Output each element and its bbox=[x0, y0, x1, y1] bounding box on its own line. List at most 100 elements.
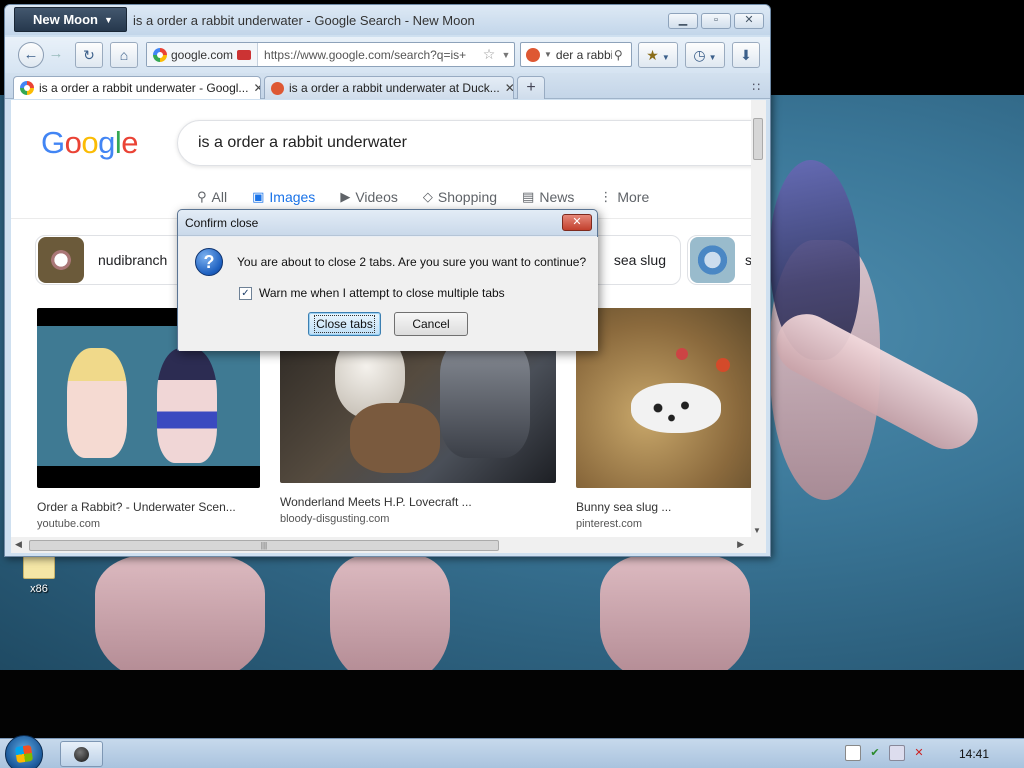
search-query-field[interactable]: is a order a rabbit underwater bbox=[177, 120, 766, 166]
minimize-button[interactable]: ▁ bbox=[668, 13, 698, 29]
tab-news[interactable]: ▤ News bbox=[522, 189, 574, 205]
all-tabs-button[interactable]: ∷ bbox=[752, 80, 760, 94]
tab-all[interactable]: ⚲ All bbox=[197, 189, 227, 205]
logo-letter: e bbox=[121, 125, 139, 160]
warn-multiple-tabs-checkbox[interactable]: ✓ Warn me when I attempt to close multip… bbox=[239, 286, 505, 300]
scroll-left-icon[interactable]: ◀ bbox=[15, 539, 22, 550]
dialog-title-bar[interactable]: Confirm close bbox=[178, 210, 597, 236]
reload-button[interactable]: ↻ bbox=[75, 42, 103, 68]
tab-label: is a order a rabbit underwater - Googl..… bbox=[39, 81, 249, 95]
checkbox-checked-icon[interactable]: ✓ bbox=[239, 286, 252, 300]
scrollbar-thumb[interactable]: ||| bbox=[29, 540, 499, 551]
cancel-button[interactable]: Cancel bbox=[394, 312, 468, 336]
logo-letter: o bbox=[64, 125, 82, 160]
image-icon: ▣ bbox=[252, 189, 265, 204]
vertical-scrollbar[interactable]: ▼ bbox=[751, 100, 766, 537]
result-title[interactable]: Bunny sea slug ... bbox=[576, 500, 752, 514]
result-title[interactable]: Wonderland Meets H.P. Lovecraft ... bbox=[280, 495, 556, 509]
result-source: bloody-disgusting.com bbox=[280, 513, 390, 525]
close-window-button[interactable]: ✕ bbox=[734, 13, 764, 29]
url-bar[interactable]: google.com https://www.google.com/search… bbox=[146, 42, 515, 67]
url-history-dropdown[interactable]: ▼ bbox=[498, 50, 514, 60]
button-label: Close tabs bbox=[314, 315, 375, 333]
taskbar-app-new-moon[interactable] bbox=[60, 741, 103, 767]
close-tab-icon[interactable]: ✕ bbox=[505, 81, 513, 95]
search-input[interactable] bbox=[555, 47, 612, 62]
back-button[interactable]: ← bbox=[18, 42, 44, 68]
security-shield-icon[interactable]: ✔ bbox=[867, 745, 883, 761]
nav-label: News bbox=[539, 189, 575, 205]
search-type-nav: ⚲ All ▣ Images ▶ Videos ◇ Shopping ▤ News ⋮ Mo… bbox=[197, 189, 674, 205]
chevron-down-icon[interactable]: ▼ bbox=[544, 50, 552, 59]
tab-duckduckgo[interactable]: is a order a rabbit underwater at Duck..… bbox=[264, 76, 514, 99]
tab-label: is a order a rabbit underwater at Duck..… bbox=[289, 81, 500, 95]
result-title[interactable]: Order a Rabbit? - Underwater Scen... bbox=[37, 500, 260, 514]
horizontal-scrollbar[interactable]: ◀ ||| ▶ bbox=[11, 537, 766, 553]
google-logo[interactable]: Google bbox=[41, 125, 139, 161]
clock[interactable]: 14:41 bbox=[959, 747, 989, 761]
wallpaper-legs bbox=[95, 555, 265, 685]
search-icon[interactable]: ⚲ bbox=[614, 48, 623, 62]
dialog-title: Confirm close bbox=[185, 216, 259, 230]
tab-bar: is a order a rabbit underwater - Googl..… bbox=[5, 73, 770, 99]
search-bar[interactable]: ▼ ⚲ bbox=[520, 42, 632, 67]
chevron-down-icon: ▼ bbox=[708, 53, 717, 62]
scrollbar-thumb[interactable] bbox=[753, 118, 763, 160]
question-icon: ? bbox=[195, 248, 223, 276]
taskbar: ✔ ✕ 14:41 bbox=[0, 735, 1024, 768]
result-thumbnail bbox=[576, 308, 752, 488]
url-text[interactable]: https://www.google.com/search?q=is+ bbox=[258, 48, 480, 62]
downloads-button[interactable]: ⬇ bbox=[732, 42, 760, 68]
tab-shopping[interactable]: ◇ Shopping bbox=[423, 189, 497, 205]
tab-more[interactable]: ⋮ More bbox=[599, 189, 649, 205]
chip-label: nudibranch bbox=[98, 252, 168, 268]
network-icon[interactable] bbox=[889, 745, 905, 761]
bookmark-star-icon[interactable]: ☆ bbox=[480, 46, 498, 63]
related-search-chip[interactable]: nudibranch bbox=[35, 235, 195, 285]
tab-images[interactable]: ▣ Images bbox=[252, 189, 315, 205]
duckduckgo-icon[interactable] bbox=[526, 47, 540, 62]
scroll-down-icon[interactable]: ▼ bbox=[753, 526, 761, 535]
scroll-right-icon[interactable]: ▶ bbox=[737, 539, 744, 550]
tab-videos[interactable]: ▶ Videos bbox=[340, 189, 398, 205]
forward-button[interactable]: → bbox=[45, 42, 67, 68]
wallpaper-dark-band bbox=[0, 670, 1024, 738]
chevron-down-icon: ▼ bbox=[661, 53, 670, 62]
wallpaper-legs bbox=[600, 555, 750, 685]
minimize-icon: ▁ bbox=[678, 14, 688, 26]
start-button[interactable] bbox=[5, 735, 43, 768]
desktop-icon-label: x86 bbox=[30, 583, 48, 595]
window-title: is a order a rabbit underwater - Google … bbox=[133, 13, 475, 28]
nav-label: More bbox=[617, 189, 650, 205]
system-tray: ✔ ✕ bbox=[845, 745, 927, 761]
close-icon: ✕ bbox=[744, 14, 754, 26]
magnifier-icon: ⚲ bbox=[197, 189, 207, 204]
close-tab-icon[interactable]: ✕ bbox=[253, 81, 260, 95]
home-icon: ⌂ bbox=[119, 47, 129, 63]
grid-icon: ∷ bbox=[752, 80, 760, 94]
duckduckgo-icon bbox=[271, 81, 284, 95]
site-identity-button[interactable]: google.com bbox=[147, 43, 259, 66]
maximize-button[interactable]: ▫ bbox=[701, 13, 731, 29]
app-menu-label: New Moon bbox=[33, 12, 98, 27]
nav-label: Shopping bbox=[437, 189, 498, 205]
logo-letter: G bbox=[41, 125, 65, 160]
result-source: youtube.com bbox=[37, 518, 100, 530]
action-center-icon[interactable] bbox=[845, 745, 861, 761]
chip-label: sea slug bbox=[613, 252, 666, 268]
chip-thumbnail bbox=[38, 237, 84, 283]
dots-vertical-icon: ⋮ bbox=[599, 189, 613, 204]
new-tab-button[interactable]: + bbox=[517, 76, 545, 99]
app-menu-button[interactable]: New Moon ▼ bbox=[14, 7, 127, 32]
arrow-left-icon: ← bbox=[23, 46, 39, 63]
history-button[interactable]: ◷ ▼ bbox=[685, 42, 725, 68]
bookmarks-button[interactable]: ★ ▼ bbox=[638, 42, 678, 68]
home-button[interactable]: ⌂ bbox=[110, 42, 138, 68]
tab-google-search[interactable]: is a order a rabbit underwater - Googl..… bbox=[13, 76, 261, 99]
desktop-icon-x86[interactable]: x86 bbox=[14, 550, 64, 595]
close-tabs-button[interactable]: Close tabs bbox=[308, 312, 381, 336]
title-bar[interactable]: New Moon ▼ is a order a rabbit underwater… bbox=[5, 5, 770, 35]
volume-muted-icon[interactable]: ✕ bbox=[911, 745, 927, 761]
image-result[interactable]: Bunny sea slug ... pinterest.com bbox=[576, 308, 752, 530]
dialog-close-button[interactable]: ✕ bbox=[562, 214, 592, 231]
